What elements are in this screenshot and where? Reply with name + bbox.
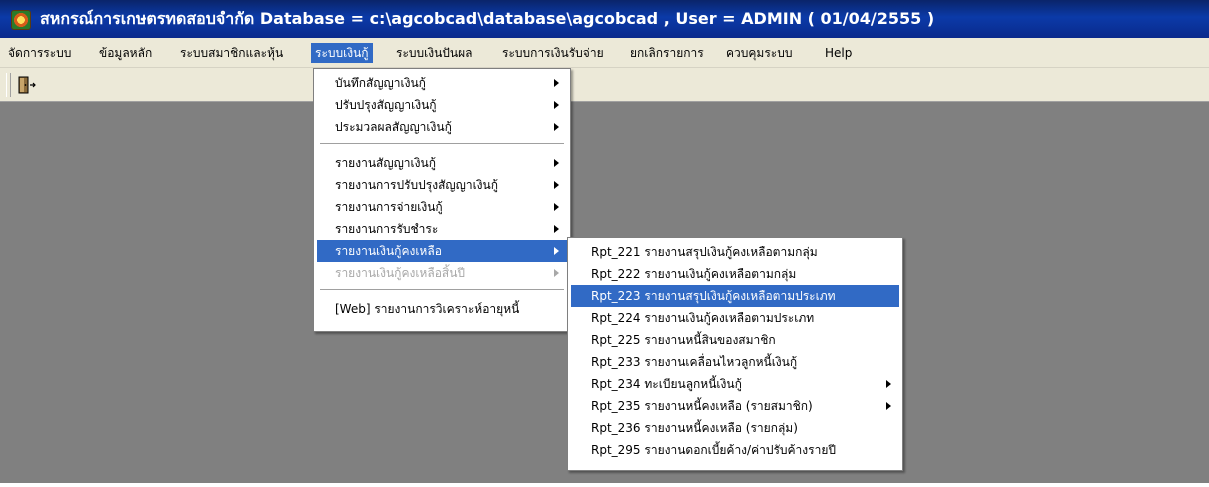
menu-system-control[interactable]: ควบคุมระบบ xyxy=(726,43,792,63)
menu-separator xyxy=(320,143,564,145)
submenu-item-rpt-222[interactable]: Rpt_222 รายงานเงินกู้คงเหลือตามกลุ่ม xyxy=(571,263,899,285)
menu-item-label: Rpt_295 รายงานดอกเบี้ยค้าง/ค่าปรับค้างรา… xyxy=(591,443,836,457)
submenu-arrow-icon xyxy=(554,123,559,131)
menu-item-label: รายงานเงินกู้คงเหลือสิ้นปี xyxy=(335,266,466,280)
menu-item-record-loan-contract[interactable]: บันทึกสัญญาเงินกู้ xyxy=(317,72,567,94)
menu-item-loan-payment-report[interactable]: รายงานการจ่ายเงินกู้ xyxy=(317,196,567,218)
submenu-item-rpt-295[interactable]: Rpt_295 รายงานดอกเบี้ยค้าง/ค่าปรับค้างรา… xyxy=(571,439,899,461)
menu-item-label: Rpt_236 รายงานหนี้คงเหลือ (รายกลุ่ม) xyxy=(591,421,798,435)
submenu-item-rpt-223[interactable]: Rpt_223 รายงานสรุปเงินกู้คงเหลือตามประเภ… xyxy=(571,285,899,307)
menu-item-label: [Web] รายงานการวิเคราะห์อายุหนี้ xyxy=(335,302,520,316)
menu-item-label: Rpt_224 รายงานเงินกู้คงเหลือตามประเภท xyxy=(591,311,815,325)
submenu-arrow-icon xyxy=(554,181,559,189)
loan-menu: บันทึกสัญญาเงินกู้ ปรับปรุงสัญญาเงินกู้ … xyxy=(313,68,571,332)
menu-item-loan-balance-report[interactable]: รายงานเงินกู้คงเหลือ xyxy=(317,240,567,262)
title-bar[interactable]: สหกรณ์การเกษตรทดสอบจำกัด Database = c:\a… xyxy=(0,0,1209,38)
menu-item-label: รายงานการจ่ายเงินกู้ xyxy=(335,200,443,214)
menu-item-label: บันทึกสัญญาเงินกู้ xyxy=(335,76,426,90)
menu-cash-receipt-payment[interactable]: ระบบการเงินรับจ่าย xyxy=(502,43,604,63)
menu-item-label: รายงานสัญญาเงินกู้ xyxy=(335,156,436,170)
loan-balance-submenu: Rpt_221 รายงานสรุปเงินกู้คงเหลือตามกลุ่ม… xyxy=(567,237,903,471)
menu-item-label: รายงานเงินกู้คงเหลือ xyxy=(335,244,442,258)
menu-cancel-transaction[interactable]: ยกเลิกรายการ xyxy=(630,43,704,63)
menu-item-label: Rpt_223 รายงานสรุปเงินกู้คงเหลือตามประเภ… xyxy=(591,289,836,303)
menu-loans[interactable]: ระบบเงินกู้ xyxy=(311,43,373,63)
submenu-item-rpt-233[interactable]: Rpt_233 รายงานเคลื่อนไหวลูกหนี้เงินกู้ xyxy=(571,351,899,373)
submenu-item-rpt-235[interactable]: Rpt_235 รายงานหนี้คงเหลือ (รายสมาชิก) xyxy=(571,395,899,417)
menu-item-label: Rpt_222 รายงานเงินกู้คงเหลือตามกลุ่ม xyxy=(591,267,797,281)
menu-item-label: Rpt_235 รายงานหนี้คงเหลือ (รายสมาชิก) xyxy=(591,399,813,413)
submenu-arrow-icon xyxy=(554,203,559,211)
status-strip xyxy=(0,483,1209,487)
menu-separator xyxy=(320,289,564,291)
submenu-item-rpt-221[interactable]: Rpt_221 รายงานสรุปเงินกู้คงเหลือตามกลุ่ม xyxy=(571,241,899,263)
submenu-arrow-icon xyxy=(886,402,891,410)
menu-item-process-loan-contract[interactable]: ประมวลผลสัญญาเงินกู้ xyxy=(317,116,567,138)
menu-item-web-debt-aging-report[interactable]: [Web] รายงานการวิเคราะห์อายุหนี้ xyxy=(317,298,567,320)
menu-item-label: Rpt_221 รายงานสรุปเงินกู้คงเหลือตามกลุ่ม xyxy=(591,245,818,259)
menu-item-contract-update-report[interactable]: รายงานการปรับปรุงสัญญาเงินกู้ xyxy=(317,174,567,196)
submenu-arrow-icon xyxy=(554,159,559,167)
toolbar-grip[interactable] xyxy=(6,73,11,97)
submenu-item-rpt-236[interactable]: Rpt_236 รายงานหนี้คงเหลือ (รายกลุ่ม) xyxy=(571,417,899,439)
menu-item-update-loan-contract[interactable]: ปรับปรุงสัญญาเงินกู้ xyxy=(317,94,567,116)
submenu-item-rpt-224[interactable]: Rpt_224 รายงานเงินกู้คงเหลือตามประเภท xyxy=(571,307,899,329)
menu-item-repayment-report[interactable]: รายงานการรับชำระ xyxy=(317,218,567,240)
menu-master-data[interactable]: ข้อมูลหลัก xyxy=(99,43,152,63)
menu-member-shares[interactable]: ระบบสมาชิกและหุ้น xyxy=(180,43,283,63)
menu-dividend[interactable]: ระบบเงินปันผล xyxy=(396,43,473,63)
window-title: สหกรณ์การเกษตรทดสอบจำกัด Database = c:\a… xyxy=(40,9,935,28)
menu-item-label: ประมวลผลสัญญาเงินกู้ xyxy=(335,120,452,134)
submenu-arrow-icon xyxy=(554,101,559,109)
submenu-arrow-icon xyxy=(886,380,891,388)
menu-item-year-end-balance-report: รายงานเงินกู้คงเหลือสิ้นปี xyxy=(317,262,567,284)
submenu-arrow-icon xyxy=(554,269,559,277)
menu-system[interactable]: จัดการระบบ xyxy=(8,43,71,63)
toolbar xyxy=(0,68,1209,102)
app-icon[interactable] xyxy=(11,10,31,30)
submenu-item-rpt-234[interactable]: Rpt_234 ทะเบียนลูกหนี้เงินกู้ xyxy=(571,373,899,395)
submenu-arrow-icon xyxy=(554,79,559,87)
submenu-arrow-icon xyxy=(554,247,559,255)
menu-item-label: Rpt_225 รายงานหนี้สินของสมาชิก xyxy=(591,333,776,347)
submenu-arrow-icon xyxy=(554,225,559,233)
exit-door-icon[interactable] xyxy=(14,74,38,96)
menu-item-label: รายงานการปรับปรุงสัญญาเงินกู้ xyxy=(335,178,499,192)
menu-item-label: Rpt_234 ทะเบียนลูกหนี้เงินกู้ xyxy=(591,377,742,391)
submenu-item-rpt-225[interactable]: Rpt_225 รายงานหนี้สินของสมาชิก xyxy=(571,329,899,351)
menu-item-label: Rpt_233 รายงานเคลื่อนไหวลูกหนี้เงินกู้ xyxy=(591,355,798,369)
menu-item-label: รายงานการรับชำระ xyxy=(335,222,439,236)
menu-help[interactable]: Help xyxy=(825,43,852,63)
menu-item-loan-contract-report[interactable]: รายงานสัญญาเงินกู้ xyxy=(317,152,567,174)
menu-bar: จัดการระบบ ข้อมูลหลัก ระบบสมาชิกและหุ้น … xyxy=(0,38,1209,68)
menu-item-label: ปรับปรุงสัญญาเงินกู้ xyxy=(335,98,437,112)
